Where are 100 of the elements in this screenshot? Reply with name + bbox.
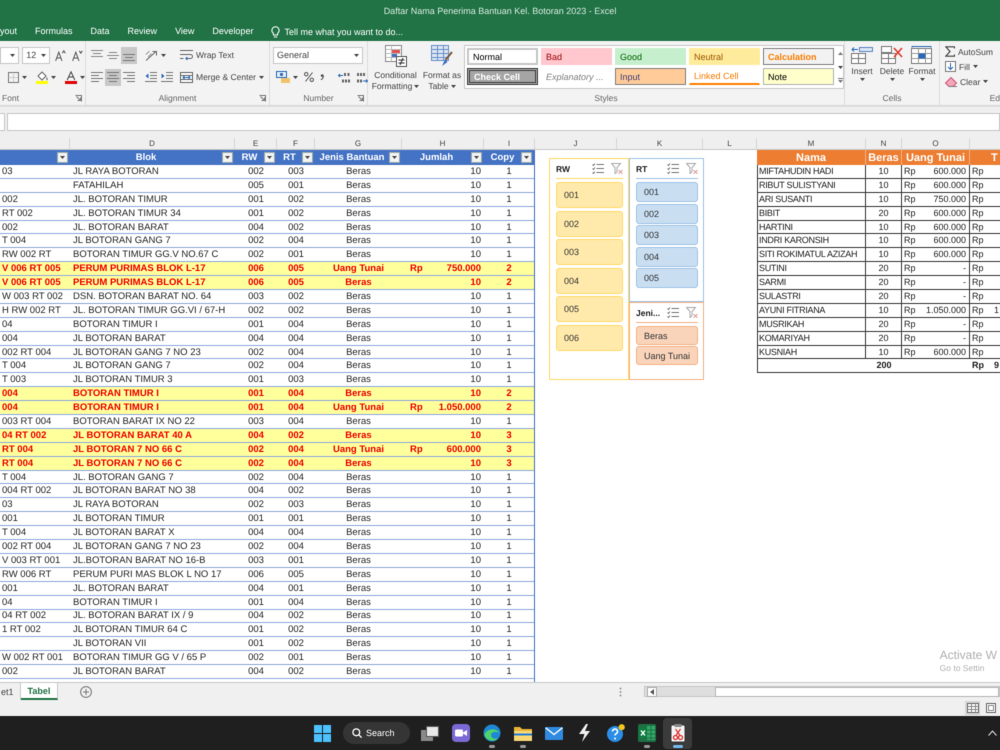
filter-button[interactable]	[470, 152, 482, 163]
group-label: Font	[1, 93, 20, 103]
scroll-left-button[interactable]	[647, 686, 657, 696]
slicer-item[interactable]: 002	[556, 210, 623, 236]
slicer-item[interactable]: 001	[556, 182, 623, 208]
slicer-item[interactable]: 004	[636, 246, 698, 266]
table-brush-icon	[431, 45, 453, 67]
slicer-item[interactable]: 002	[636, 204, 698, 224]
delete-cells-button[interactable]: Delete	[878, 46, 906, 81]
table-cell: 004	[288, 416, 304, 427]
table-cell: 600.000	[933, 235, 966, 246]
slicer-item[interactable]: Uang Tunai	[636, 346, 698, 365]
table-cell: 004	[2, 402, 18, 414]
filter-button[interactable]	[302, 152, 313, 163]
filter-button[interactable]	[389, 152, 400, 163]
slicer-item[interactable]: 003	[636, 225, 698, 245]
slicer-item[interactable]: Beras	[636, 326, 698, 345]
slicer-item[interactable]: 001	[636, 182, 698, 202]
caret-icon	[920, 78, 924, 81]
slicer-item[interactable]: 005	[556, 296, 623, 322]
horizontal-scrollbar[interactable]	[644, 686, 1000, 697]
slicer-item[interactable]: 003	[556, 239, 623, 265]
table-cell: 001	[288, 180, 304, 191]
ribbon-tab[interactable]: Formulas	[35, 24, 73, 39]
ribbon-tab[interactable]: yout	[0, 24, 18, 39]
table-cell: 1	[506, 554, 512, 566]
number-format-field[interactable]: General	[273, 46, 363, 64]
table-cell: 001	[248, 596, 264, 608]
table-cell: JL. BOTORAN TIMUR 34	[73, 208, 181, 219]
font-size-field[interactable]: 12	[22, 46, 50, 64]
table-cell: 002	[2, 666, 18, 677]
filter-button[interactable]	[264, 152, 275, 163]
table-cell: Beras	[346, 416, 371, 427]
ribbon-tab[interactable]: Review	[128, 24, 158, 39]
align-center-button[interactable]	[105, 68, 121, 86]
clear-button[interactable]: Clear	[945, 75, 1000, 88]
table-cell: 1	[506, 499, 512, 510]
table-cell: 001	[2, 582, 18, 594]
fill-color-button[interactable]	[34, 68, 58, 86]
autosum-button[interactable]: AutoSum	[945, 45, 1000, 58]
ribbon-tab[interactable]: View	[175, 24, 194, 39]
cell-style-option[interactable]: Note	[763, 68, 834, 85]
taskbar-search-field[interactable]: Search	[343, 722, 410, 744]
sheet-tab[interactable]: Tabel	[20, 683, 58, 700]
filter-button[interactable]	[222, 152, 233, 163]
multi-select-button[interactable]	[667, 163, 679, 174]
scrollbar-thumb[interactable]	[715, 686, 999, 696]
table-cell: RT 004	[2, 458, 34, 469]
table-cell: 1	[506, 666, 512, 677]
format-as-table-button[interactable]: Format as Table	[422, 45, 462, 91]
table-cell: KUSNIAH	[757, 346, 866, 358]
merge-center-button[interactable]: Merge & Center	[178, 68, 266, 86]
table-cell: DSN. BOTORAN BARAT NO. 64	[73, 290, 212, 302]
normal-view-button[interactable]	[965, 701, 980, 715]
paint-bucket-icon	[36, 70, 48, 84]
table-cell: 2	[506, 402, 512, 414]
dialog-launcher-button[interactable]	[75, 94, 82, 102]
shrink-font-icon	[72, 50, 83, 60]
cell-style-option[interactable]: Normal	[467, 48, 538, 65]
fill-button[interactable]: Fill	[945, 60, 1000, 73]
multi-select-button[interactable]	[592, 163, 604, 174]
table-cell: 10	[470, 513, 481, 524]
align-bottom-button[interactable]	[121, 46, 137, 64]
cell-style-option[interactable]: Input	[615, 68, 686, 85]
table-cell: 006	[248, 277, 264, 288]
add-sheet-button[interactable]	[80, 683, 92, 700]
multi-select-button[interactable]	[667, 307, 680, 318]
filter-button[interactable]	[57, 152, 68, 163]
cell-style-option[interactable]: Bad	[541, 48, 612, 65]
taskbar-app-button[interactable]	[663, 718, 692, 748]
font-color-button[interactable]	[63, 68, 87, 86]
slicer-item[interactable]: 006	[556, 324, 623, 350]
table-cell: 002	[288, 624, 304, 636]
table-cell: T 004	[2, 472, 26, 483]
table-cell: V 006 RT 005	[2, 277, 61, 288]
accounting-format-button[interactable]	[274, 68, 300, 86]
filter-button[interactable]	[521, 152, 532, 163]
tell-me-field[interactable]: Tell me what you want to do...	[284, 24, 418, 38]
increase-decimal-icon	[338, 72, 350, 82]
cell-style-option[interactable]: Explanatory ...	[541, 68, 612, 85]
slicer-item[interactable]: 005	[636, 268, 698, 288]
table-cell: 1	[506, 360, 512, 372]
format-cells-button[interactable]: Format	[908, 46, 936, 81]
cell-style-option[interactable]: Neutral	[689, 48, 760, 65]
ribbon-tab[interactable]: Data	[90, 24, 110, 39]
conditional-formatting-button[interactable]: Conditional Formatting	[371, 45, 420, 91]
table-cell: 600.000	[446, 444, 481, 455]
dialog-launcher-button[interactable]	[357, 94, 364, 102]
page-layout-button[interactable]	[983, 701, 998, 715]
dialog-launcher-button[interactable]	[259, 94, 266, 102]
wrap-text-button[interactable]: Wrap Text	[178, 46, 236, 64]
table-cell: 001	[248, 374, 264, 386]
font-name-field[interactable]	[0, 46, 20, 64]
ribbon-tab[interactable]: Developer	[212, 24, 254, 39]
insert-cells-button[interactable]: Insert	[848, 46, 876, 81]
table-cell: 03	[2, 166, 13, 177]
cell-style-option[interactable]: Good	[615, 48, 686, 65]
currency-text: Rp	[972, 166, 984, 177]
slicer-item[interactable]: 004	[556, 268, 623, 294]
table-cell: 10	[866, 304, 902, 317]
